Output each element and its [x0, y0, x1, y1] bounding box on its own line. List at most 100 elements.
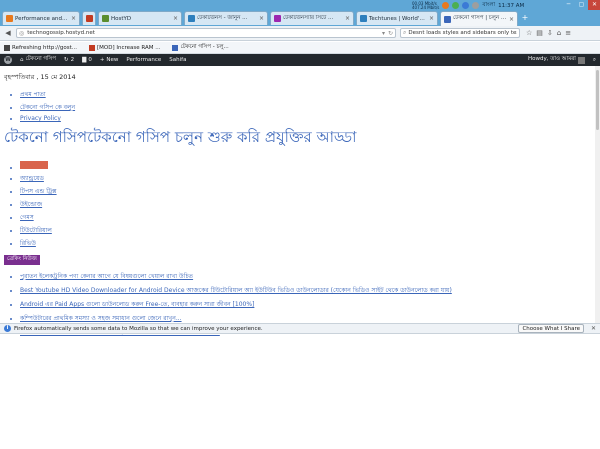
tab-favicon-icon — [360, 15, 367, 22]
menu-label[interactable]: অ্যান্ড্রয়েড — [20, 175, 44, 182]
wp-comments[interactable]: ▇ 0 — [82, 57, 92, 63]
post-link[interactable]: কম্পিউটারের প্রাথমিক সমস্যা ও সহজ সমাধান… — [20, 315, 182, 322]
scrollbar-thumb[interactable] — [596, 70, 599, 130]
navigation-bar: ◀ ◎ ▾ ↻ ⌕ ☆ ▤ ⇩ ⌂ ≡ — [0, 26, 600, 41]
list-item[interactable]: Android এর Paid Apps গুলো ডাউনলোড করুন F… — [20, 299, 596, 310]
tab-favicon-icon — [6, 15, 13, 22]
tray-app-icon[interactable] — [442, 2, 450, 9]
menu-item-tutorial[interactable]: টিউটোরিয়াল — [20, 225, 596, 236]
clock[interactable]: 11:37 AM — [498, 3, 524, 9]
tab-techno-gossip[interactable]: টেকনো গসিপ | চলুন শু... × — [440, 11, 518, 26]
minimize-button[interactable]: ─ — [562, 0, 575, 10]
menu-label[interactable]: গেমস — [20, 214, 34, 221]
bookmark-label: Refreshing http://gost... — [12, 44, 77, 51]
menu-label[interactable]: প্রথম পাতা — [20, 161, 48, 169]
menu-label[interactable]: টিপস এন্ড ট্রিক্স — [20, 188, 57, 195]
top-link-item[interactable]: টেকনো গসিপ কে বলুন — [20, 102, 596, 113]
list-item[interactable]: পুরাতন ইলেকট্রনিক পণ্য কেনার আগে যে বিষয… — [20, 271, 596, 282]
bookmark-item[interactable]: [MOD] Increase RAM ... — [89, 44, 161, 51]
reload-icon[interactable]: ↻ — [388, 30, 393, 37]
menu-item-home[interactable]: প্রথম পাতা — [20, 161, 596, 171]
maximize-button[interactable]: ▢ — [575, 0, 588, 10]
wp-site-name[interactable]: ⌂ টেকনো গসিপ — [20, 56, 56, 64]
back-icon[interactable]: ◀ — [4, 29, 12, 37]
tab-label: HostYD — [111, 15, 132, 22]
tab-techtunes-world[interactable]: Techtunes | World's Firs... × — [356, 11, 438, 25]
tray-app-icon[interactable] — [462, 2, 470, 9]
new-label: New — [106, 57, 119, 63]
post-link[interactable]: Best Youtube HD Video Downloader for And… — [20, 287, 452, 294]
tab-hostyd[interactable]: HostYD × — [98, 11, 182, 25]
language-indicator[interactable]: বাংলা — [482, 2, 495, 10]
top-link-item[interactable]: প্রথম পাতা — [20, 89, 596, 100]
menu-item-windows[interactable]: উইন্ডোজ — [20, 199, 596, 210]
wp-howdy[interactable]: Howdy, তাও আমরা — [528, 56, 585, 64]
search-box[interactable]: ⌕ — [400, 28, 520, 38]
bookmarks-icon[interactable]: ▤ — [536, 29, 543, 37]
menu-item-review[interactable]: রিভিউ — [20, 238, 596, 249]
post-link[interactable]: Android এর Paid Apps গুলো ডাউনলোড করুন F… — [20, 301, 254, 308]
tab-close-icon[interactable]: × — [509, 16, 514, 23]
bookmark-star-icon[interactable]: ☆ — [526, 29, 532, 37]
toolbar-icons: ☆ ▤ ⇩ ⌂ ≡ — [526, 29, 571, 37]
wp-site-label: টেকনো গসিপ — [25, 56, 56, 62]
menu-label[interactable]: উইন্ডোজ — [20, 201, 42, 208]
wp-search-icon[interactable]: ⌕ — [593, 57, 596, 64]
bookmark-label: [MOD] Increase RAM ... — [97, 44, 161, 51]
site-title[interactable]: টেকনো গসিপটেকনো গসিপ চলুন শুরু করি প্রযু… — [4, 126, 596, 151]
close-icon[interactable]: ✕ — [591, 325, 596, 332]
url-input[interactable] — [27, 30, 379, 36]
search-input[interactable] — [408, 30, 517, 36]
post-link[interactable]: পুরাতন ইলেকট্রনিক পণ্য কেনার আগে যে বিষয… — [20, 273, 193, 280]
menu-label[interactable]: টিউটোরিয়াল — [20, 227, 52, 234]
tab-close-icon[interactable]: × — [345, 15, 350, 22]
updates-icon: ↻ — [63, 57, 69, 63]
tab-pinned[interactable] — [82, 11, 96, 25]
home-icon[interactable]: ⌂ — [557, 29, 561, 37]
wp-new[interactable]: + New — [100, 57, 119, 63]
tab-performance[interactable]: Performance and styles ... × — [2, 11, 80, 25]
tray-app-icon[interactable] — [452, 2, 460, 9]
list-item[interactable]: Best Youtube HD Video Downloader for And… — [20, 285, 596, 296]
bookmark-item[interactable]: টেকনো গসিপ - চলু... — [172, 43, 229, 52]
bookmark-label: টেকনো গসিপ - চলু... — [180, 43, 229, 50]
tab-close-icon[interactable]: × — [429, 15, 434, 22]
url-bar[interactable]: ◎ ▾ ↻ — [16, 28, 396, 38]
tab-close-icon[interactable]: × — [71, 15, 76, 22]
wordpress-logo-icon[interactable]: W — [4, 56, 12, 64]
top-links: প্রথম পাতা টেকনো গসিপ কে বলুন Privacy Po… — [20, 89, 596, 122]
menu-item-android[interactable]: অ্যান্ড্রয়েড — [20, 173, 596, 184]
info-icon: i — [4, 325, 11, 332]
tab-label: টেকটিউনস্যার সিটে ... — [283, 14, 334, 21]
menu-item-tips[interactable]: টিপস এন্ড ট্রিক্স — [20, 186, 596, 197]
tab-label: Performance and styles ... — [15, 15, 69, 22]
new-tab-button[interactable]: + — [520, 13, 530, 23]
volume-icon[interactable] — [472, 2, 480, 9]
tab-close-icon[interactable]: × — [173, 15, 178, 22]
top-link-item[interactable]: Privacy Policy — [20, 115, 596, 122]
globe-icon: ◎ — [19, 29, 25, 37]
choose-share-button[interactable]: Choose What I Share — [518, 324, 584, 333]
tab-techtunes-site[interactable]: টেকটিউনস্যার সিটে ... × — [270, 11, 354, 25]
tab-techtunes-jan[interactable]: টেকটিউনস - জানুন ... × — [184, 11, 268, 25]
dropdown-icon[interactable]: ▾ — [382, 30, 385, 37]
top-link-label[interactable]: টেকনো গসিপ কে বলুন — [20, 104, 75, 111]
tab-close-icon[interactable]: × — [259, 15, 264, 22]
menu-label[interactable]: রিভিউ — [20, 240, 36, 247]
speed-down: 407.24 Mbit/s — [412, 4, 440, 10]
close-window-button[interactable]: ✕ — [588, 0, 600, 10]
page-content: বৃহস্পতিবার , 15 মে 2014 প্রথম পাতা টেকন… — [0, 66, 600, 336]
wp-performance[interactable]: Performance — [126, 57, 161, 63]
tab-favicon-icon — [444, 15, 451, 23]
plus-icon: + — [99, 57, 105, 63]
top-link-label[interactable]: প্রথম পাতা — [20, 91, 46, 98]
menu-item-games[interactable]: গেমস — [20, 212, 596, 223]
network-speed: 00.03 Mbit/s 407.24 Mbit/s — [412, 1, 440, 10]
telemetry-notification: i Firefox automatically sends some data … — [0, 323, 600, 334]
bookmark-item[interactable]: Refreshing http://gost... — [4, 44, 77, 51]
wp-updates[interactable]: ↻ 2 — [64, 57, 74, 63]
menu-icon[interactable]: ≡ — [565, 29, 571, 37]
download-icon[interactable]: ⇩ — [547, 29, 553, 37]
wp-sahifa[interactable]: Sahifa — [169, 57, 186, 63]
top-link-label[interactable]: Privacy Policy — [20, 115, 61, 122]
